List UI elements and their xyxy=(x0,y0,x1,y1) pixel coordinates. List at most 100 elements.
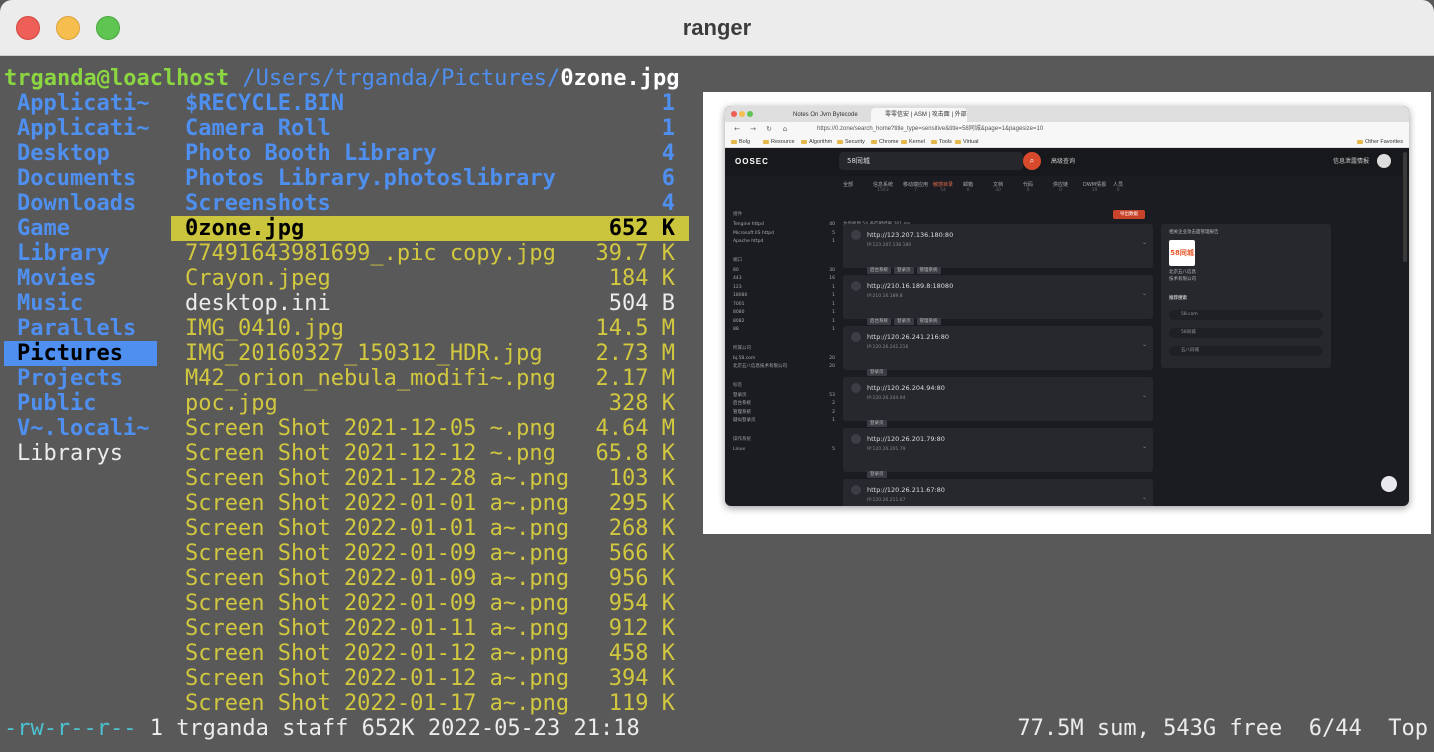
category-tab: 人员 0 xyxy=(1113,182,1123,194)
file-list-item[interactable]: Screen Shot 2021-12-28 a~.png 103 K xyxy=(171,466,689,491)
file-list-item[interactable]: IMG_20160327_150312_HDR.jpg 2.73 M xyxy=(171,341,689,366)
result-tag: 管理系统 xyxy=(916,318,941,325)
file-list-item[interactable]: poc.jpg 328 K xyxy=(171,391,689,416)
file-size: 119 K xyxy=(608,691,675,716)
parent-dir-item[interactable]: Game xyxy=(4,216,157,241)
result-tags: 登录页 xyxy=(867,405,890,430)
file-list-item[interactable]: Screen Shot 2022-01-01 a~.png 295 K xyxy=(171,491,689,516)
result-ip: IP:120.26.201.79 xyxy=(867,447,906,452)
chevron-down-icon: ⌄ xyxy=(1141,239,1147,246)
filter-count: 1 xyxy=(832,318,835,324)
file-list-item[interactable]: Screen Shot 2022-01-11 a~.png 912 K xyxy=(171,616,689,641)
file-list-item[interactable]: 0zone.jpg 652 K xyxy=(171,216,689,241)
bookmark-item: Virtual xyxy=(955,136,979,148)
parent-dir-item[interactable]: Librarys xyxy=(4,441,157,466)
category-count: 7 xyxy=(914,188,917,193)
file-list-item[interactable]: Screen Shot 2022-01-01 a~.png 268 K xyxy=(171,516,689,541)
file-name: Screen Shot 2022-01-09 a~.png xyxy=(185,566,570,591)
filter-label: bj.58.com xyxy=(733,355,756,361)
result-ip: IP:210.16.189.8 xyxy=(867,294,903,299)
browser-url: https://0.zone/search_home?title_type=se… xyxy=(817,126,1044,132)
category-count: 30 xyxy=(995,188,1001,193)
file-list-item[interactable]: Screenshots 4 xyxy=(171,191,689,216)
file-list-item[interactable]: Crayon.jpeg 184 K xyxy=(171,266,689,291)
filter-item: 88 1 xyxy=(733,327,835,333)
zone-logo: OOSEC xyxy=(735,157,769,166)
terminal[interactable]: trganda@loaclhost /Users/trganda/Picture… xyxy=(0,56,1434,752)
parent-dir-item[interactable]: Parallels xyxy=(4,316,157,341)
file-name: 0zone.jpg xyxy=(185,216,305,241)
filter-item: 疑似登录页 1 xyxy=(733,418,835,424)
parent-dir-item[interactable]: Music xyxy=(4,291,157,316)
file-list-item[interactable]: Photos Library.photoslibrary 6 xyxy=(171,166,689,191)
file-name: Screen Shot 2022-01-01 a~.png xyxy=(185,491,570,516)
result-card: http://120.26.211.67:80 IP:120.26.211.67 ⌄ xyxy=(843,479,1153,506)
file-name: IMG_0410.jpg xyxy=(185,316,344,341)
file-list-item[interactable]: Screen Shot 2021-12-12 ~.png 65.8 K xyxy=(171,441,689,466)
company-name-2: 技术有限公司 xyxy=(1169,277,1196,282)
category-tab: 供应链 0 xyxy=(1053,182,1068,194)
result-ip: IP:120.26.211.67 xyxy=(867,498,906,503)
parent-dir-item[interactable]: Documents xyxy=(4,166,157,191)
file-list-item[interactable]: $RECYCLE.BIN 1 xyxy=(171,91,689,116)
parent-dir-item[interactable]: Applicati~ xyxy=(4,91,157,116)
file-list-item[interactable]: 77491643981699_.pic copy.jpg 39.7 K xyxy=(171,241,689,266)
filter-label: Apache httpd xyxy=(733,239,764,244)
file-info: 1 trganda staff 652K 2022-05-23 21:18 xyxy=(136,716,640,741)
browser-tab-active: 零零信安 | ASM | 攻击面 | 外部... xyxy=(871,108,967,122)
result-card: http://210.16.189.8:18080 IP:210.16.189.8… xyxy=(843,275,1153,325)
result-card: http://120.26.201.79:80 IP:120.26.201.79 ⌄… xyxy=(843,428,1153,478)
document-icon xyxy=(851,332,861,342)
parent-dir-item[interactable]: Pictures xyxy=(4,341,157,366)
parent-dir-item[interactable]: Desktop xyxy=(4,141,157,166)
filter-count: 1 xyxy=(832,293,835,298)
file-list-item[interactable]: M42_orion_nebula_modifi~.png 2.17 M xyxy=(171,366,689,391)
current-path: trganda@loaclhost /Users/trganda/Picture… xyxy=(4,66,680,91)
filter-count: 53 xyxy=(829,392,835,398)
file-size: 954 K xyxy=(608,591,675,616)
file-list-item[interactable]: IMG_0410.jpg 14.5 M xyxy=(171,316,689,341)
file-size: 566 K xyxy=(608,541,675,566)
file-name: $RECYCLE.BIN xyxy=(185,91,344,116)
filter-count: 2 xyxy=(832,401,835,406)
filter-count: 5 xyxy=(832,446,835,452)
file-list-item[interactable]: Screen Shot 2022-01-12 a~.png 458 K xyxy=(171,641,689,666)
preview-browser-window: Notes On Jvm Bytecode 零零信安 | ASM | 攻击面 |… xyxy=(725,106,1409,506)
filter-count: 40 xyxy=(829,222,835,227)
file-list-item[interactable]: desktop.ini 504 B xyxy=(171,291,689,316)
category-tab: 移动端应用 7 xyxy=(903,182,928,194)
file-list-item[interactable]: Screen Shot 2022-01-12 a~.png 394 K xyxy=(171,666,689,691)
window-title: ranger xyxy=(682,15,752,40)
path-file: 0zone.jpg xyxy=(560,66,680,91)
parent-dir-item[interactable]: Movies xyxy=(4,266,157,291)
result-url: http://123.207.136.180:80 xyxy=(867,231,954,239)
filter-label: 8082 xyxy=(733,318,745,324)
file-list-item[interactable]: Screen Shot 2022-01-09 a~.png 566 K xyxy=(171,541,689,566)
result-ip: IP:120.26.204.94 xyxy=(867,396,906,401)
status-summary: 77.5M sum, 543G free 6/44 Top xyxy=(1017,716,1428,741)
parent-dir-item[interactable]: Downloads xyxy=(4,191,157,216)
file-list-item[interactable]: Screen Shot 2022-01-17 a~.png 119 K xyxy=(171,691,689,716)
filter-group-title: 所属公司 xyxy=(733,345,751,351)
file-name: Screen Shot 2021-12-12 ~.png xyxy=(185,441,556,466)
parent-dir-item[interactable]: Applicati~ xyxy=(4,116,157,141)
parent-dir-item[interactable]: Projects xyxy=(4,366,157,391)
file-list-item[interactable]: Camera Roll 1 xyxy=(171,116,689,141)
advanced-search-link: 高级查询 xyxy=(1051,158,1076,165)
company-logo: 58同城 xyxy=(1169,240,1195,266)
filter-item: 18080 1 xyxy=(733,293,835,299)
file-list-item[interactable]: Screen Shot 2022-01-09 a~.png 954 K xyxy=(171,591,689,616)
filter-label: 8080 xyxy=(733,310,745,315)
parent-dir-item[interactable]: Public xyxy=(4,391,157,416)
file-list-item[interactable]: Screen Shot 2021-12-05 ~.png 4.64 M xyxy=(171,416,689,441)
robot-avatar-icon xyxy=(1377,154,1391,168)
parent-dir-item[interactable]: V~.locali~ xyxy=(4,416,157,441)
file-list-item[interactable]: Screen Shot 2022-01-09 a~.png 956 K xyxy=(171,566,689,591)
parent-dir-item[interactable]: Library xyxy=(4,241,157,266)
zone-header: OOSEC 58同城 ⌕ 高级查询 信息泄露情报 xyxy=(725,148,1409,176)
filter-label: 7001 xyxy=(733,301,745,307)
file-name: Screen Shot 2022-01-11 a~.png xyxy=(185,616,570,641)
file-list-item[interactable]: Photo Booth Library 4 xyxy=(171,141,689,166)
result-card: http://120.26.204.94:80 IP:120.26.204.94 ⌄… xyxy=(843,377,1153,427)
result-url: http://120.26.201.79:80 xyxy=(867,435,945,443)
